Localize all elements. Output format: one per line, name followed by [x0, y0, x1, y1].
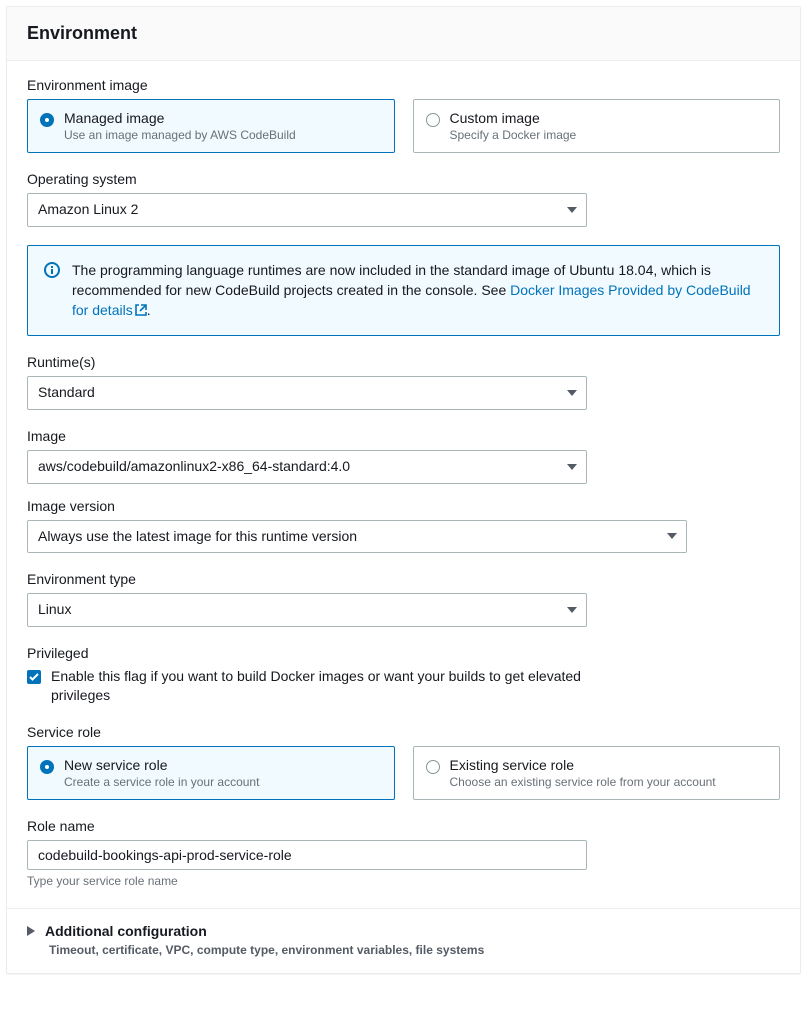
runtime-group: Runtime(s) Standard [27, 354, 780, 410]
role-name-group: Role name Type your service role name [27, 818, 780, 888]
image-value: aws/codebuild/amazonlinux2-x86_64-standa… [27, 450, 587, 484]
custom-image-desc: Specify a Docker image [450, 128, 577, 142]
runtime-info-box: The programming language runtimes are no… [27, 245, 780, 337]
environment-image-radios: Managed image Use an image managed by AW… [27, 99, 780, 153]
operating-system-select[interactable]: Amazon Linux 2 [27, 193, 587, 227]
runtime-select[interactable]: Standard [27, 376, 587, 410]
operating-system-label: Operating system [27, 171, 780, 187]
new-service-role-radio-card[interactable]: New service role Create a service role i… [27, 746, 395, 800]
caret-right-icon [27, 926, 35, 936]
image-version-select[interactable]: Always use the latest image for this run… [27, 520, 687, 554]
panel-footer: Additional configuration Timeout, certif… [7, 908, 800, 973]
image-version-value: Always use the latest image for this run… [27, 520, 687, 554]
environment-image-group: Environment image Managed image Use an i… [27, 77, 780, 153]
info-suffix: . [147, 302, 151, 318]
environment-type-select[interactable]: Linux [27, 593, 587, 627]
new-service-role-title: New service role [64, 757, 259, 773]
service-role-label: Service role [27, 724, 780, 740]
new-service-role-desc: Create a service role in your account [64, 775, 259, 789]
runtime-label: Runtime(s) [27, 354, 780, 370]
environment-image-label: Environment image [27, 77, 780, 93]
info-text: The programming language runtimes are no… [72, 260, 763, 322]
role-name-input[interactable] [27, 840, 587, 870]
privileged-group: Privileged Enable this flag if you want … [27, 645, 780, 706]
environment-type-label: Environment type [27, 571, 780, 587]
info-icon [44, 262, 60, 283]
managed-image-desc: Use an image managed by AWS CodeBuild [64, 128, 296, 142]
privileged-checkbox-row: Enable this flag if you want to build Do… [27, 667, 780, 706]
service-role-radios: New service role Create a service role i… [27, 746, 780, 800]
custom-image-radio-card[interactable]: Custom image Specify a Docker image [413, 99, 781, 153]
role-name-label: Role name [27, 818, 780, 834]
existing-service-role-radio[interactable] [426, 760, 440, 774]
environment-panel: Environment Environment image Managed im… [6, 6, 801, 974]
privileged-label: Privileged [27, 645, 780, 661]
environment-type-value: Linux [27, 593, 587, 627]
image-version-group: Image version Always use the latest imag… [27, 498, 780, 554]
additional-config-desc: Timeout, certificate, VPC, compute type,… [49, 943, 780, 957]
service-role-group: Service role New service role Create a s… [27, 724, 780, 800]
managed-image-radio[interactable] [40, 113, 54, 127]
image-label: Image [27, 428, 780, 444]
existing-service-role-radio-card[interactable]: Existing service role Choose an existing… [413, 746, 781, 800]
privileged-text: Enable this flag if you want to build Do… [51, 667, 611, 706]
panel-body: Environment image Managed image Use an i… [7, 61, 800, 908]
custom-image-radio[interactable] [426, 113, 440, 127]
additional-config-title: Additional configuration [45, 923, 207, 939]
panel-header: Environment [7, 7, 800, 61]
custom-image-title: Custom image [450, 110, 577, 126]
existing-service-role-title: Existing service role [450, 757, 716, 773]
new-service-role-radio[interactable] [40, 760, 54, 774]
image-select[interactable]: aws/codebuild/amazonlinux2-x86_64-standa… [27, 450, 587, 484]
role-name-hint: Type your service role name [27, 874, 780, 888]
panel-title: Environment [27, 23, 780, 44]
external-link-icon [135, 301, 147, 321]
environment-type-group: Environment type Linux [27, 571, 780, 627]
runtime-value: Standard [27, 376, 587, 410]
operating-system-group: Operating system Amazon Linux 2 [27, 171, 780, 227]
image-group: Image aws/codebuild/amazonlinux2-x86_64-… [27, 428, 780, 484]
operating-system-value: Amazon Linux 2 [27, 193, 587, 227]
additional-config-expander[interactable]: Additional configuration [27, 923, 780, 939]
managed-image-title: Managed image [64, 110, 296, 126]
privileged-checkbox[interactable] [27, 670, 41, 684]
managed-image-radio-card[interactable]: Managed image Use an image managed by AW… [27, 99, 395, 153]
existing-service-role-desc: Choose an existing service role from you… [450, 775, 716, 789]
image-version-label: Image version [27, 498, 780, 514]
